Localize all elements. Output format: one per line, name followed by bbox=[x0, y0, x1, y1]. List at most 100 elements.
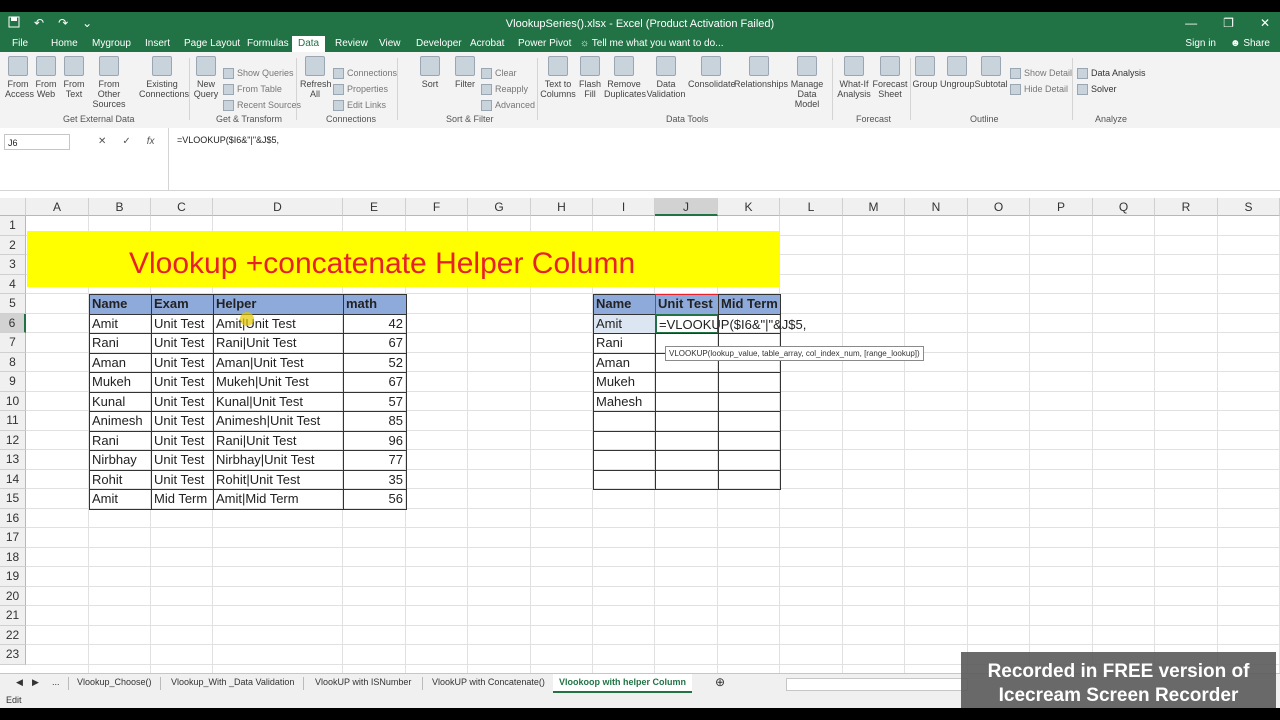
row-header[interactable]: 21 bbox=[0, 606, 26, 626]
column-header[interactable]: R bbox=[1155, 198, 1218, 216]
table1-cell[interactable]: Rani bbox=[89, 430, 152, 451]
row-header[interactable]: 1 bbox=[0, 216, 26, 236]
manage-data-model-button[interactable]: Manage Data Model bbox=[786, 56, 828, 109]
table1-cell[interactable]: Kunal bbox=[89, 391, 152, 412]
from-text-button[interactable]: From Text bbox=[61, 56, 87, 99]
table2-cell[interactable]: Aman bbox=[593, 352, 656, 373]
tab-page-layout[interactable]: Page Layout bbox=[184, 38, 240, 49]
column-header[interactable]: N bbox=[905, 198, 968, 216]
sheet-tab-active[interactable]: Vlookoop with helper Column bbox=[553, 674, 692, 693]
row-header[interactable]: 11 bbox=[0, 411, 26, 431]
table2-cell[interactable] bbox=[655, 391, 719, 412]
table1-cell[interactable]: Mukeh|Unit Test bbox=[213, 372, 344, 393]
enter-icon[interactable]: ✓ bbox=[122, 136, 130, 147]
sheet-tab[interactable]: Vlookup_Choose() bbox=[77, 677, 152, 687]
table2-cell[interactable] bbox=[718, 372, 781, 393]
table1-header[interactable]: Helper bbox=[213, 294, 344, 315]
clear-button[interactable]: Clear bbox=[481, 68, 517, 80]
table1-cell[interactable]: 56 bbox=[343, 489, 407, 510]
column-header[interactable]: K bbox=[718, 198, 780, 216]
minimize-button[interactable]: — bbox=[1185, 16, 1197, 30]
table1-cell[interactable]: Rani|Unit Test bbox=[213, 333, 344, 354]
tab-formulas[interactable]: Formulas bbox=[247, 38, 289, 49]
recent-sources-button[interactable]: Recent Sources bbox=[223, 100, 301, 112]
restore-button[interactable]: ❐ bbox=[1223, 16, 1234, 30]
column-header[interactable]: M bbox=[843, 198, 905, 216]
row-header[interactable]: 23 bbox=[0, 645, 26, 665]
share-button[interactable]: ☻ Share bbox=[1230, 38, 1270, 49]
table1-cell[interactable]: 77 bbox=[343, 450, 407, 471]
show-queries-button[interactable]: Show Queries bbox=[223, 68, 294, 80]
table2-cell[interactable]: Mahesh bbox=[593, 391, 656, 412]
table2-cell[interactable] bbox=[718, 411, 781, 432]
table1-cell[interactable]: Aman bbox=[89, 352, 152, 373]
close-button[interactable]: ✕ bbox=[1260, 16, 1270, 30]
ungroup-button[interactable]: Ungroup bbox=[940, 56, 975, 89]
table2-cell[interactable] bbox=[655, 372, 719, 393]
table1-cell[interactable]: Unit Test bbox=[151, 450, 214, 471]
sign-in-link[interactable]: Sign in bbox=[1185, 38, 1216, 49]
row-header[interactable]: 5 bbox=[0, 294, 26, 314]
table1-cell[interactable]: Rohit bbox=[89, 469, 152, 490]
tab-view[interactable]: View bbox=[379, 38, 401, 49]
column-header[interactable]: P bbox=[1030, 198, 1093, 216]
table1-cell[interactable]: Animesh bbox=[89, 411, 152, 432]
table1-cell[interactable]: Unit Test bbox=[151, 391, 214, 412]
row-header[interactable]: 6 bbox=[0, 313, 26, 333]
tab-developer[interactable]: Developer bbox=[416, 38, 462, 49]
show-detail-button[interactable]: Show Detail bbox=[1010, 68, 1072, 80]
table1-header[interactable]: Name bbox=[89, 294, 152, 315]
table2-cell[interactable] bbox=[593, 411, 656, 432]
row-header[interactable]: 4 bbox=[0, 274, 26, 294]
tell-me-search[interactable]: ☼ Tell me what you want to do... bbox=[580, 38, 724, 49]
table1-header[interactable]: Exam bbox=[151, 294, 214, 315]
new-query-button[interactable]: New Query bbox=[192, 56, 220, 99]
table2-cell[interactable] bbox=[593, 450, 656, 471]
table1-cell[interactable]: Mukeh bbox=[89, 372, 152, 393]
table1-cell[interactable]: Unit Test bbox=[151, 352, 214, 373]
table2-cell[interactable] bbox=[718, 469, 781, 490]
cancel-icon[interactable]: ✕ bbox=[98, 136, 106, 147]
table1-cell[interactable]: 85 bbox=[343, 411, 407, 432]
table2-cell[interactable] bbox=[718, 391, 781, 412]
tab-review[interactable]: Review bbox=[335, 38, 368, 49]
table1-header[interactable]: math bbox=[343, 294, 407, 315]
hide-detail-button[interactable]: Hide Detail bbox=[1010, 84, 1068, 96]
table2-cell[interactable] bbox=[718, 313, 781, 334]
row-header[interactable]: 8 bbox=[0, 352, 26, 372]
solver-button[interactable]: Solver bbox=[1077, 84, 1117, 96]
table1-cell[interactable]: 67 bbox=[343, 333, 407, 354]
table2-cell[interactable] bbox=[655, 450, 719, 471]
row-header[interactable]: 7 bbox=[0, 333, 26, 353]
table1-cell[interactable]: Unit Test bbox=[151, 430, 214, 451]
subtotal-button[interactable]: Subtotal bbox=[974, 56, 1008, 89]
tab-file[interactable]: File bbox=[12, 38, 28, 49]
table1-cell[interactable]: Nirbhay|Unit Test bbox=[213, 450, 344, 471]
from-table-button[interactable]: From Table bbox=[223, 84, 282, 96]
new-sheet-button[interactable]: ⊕ bbox=[715, 675, 725, 689]
insert-function-icon[interactable]: fx bbox=[147, 136, 155, 147]
row-header[interactable]: 3 bbox=[0, 255, 26, 275]
table2-cell[interactable] bbox=[718, 450, 781, 471]
tab-data[interactable]: Data bbox=[292, 36, 326, 52]
table1-cell[interactable]: 96 bbox=[343, 430, 407, 451]
sort-button[interactable]: Sort bbox=[418, 56, 442, 89]
table1-cell[interactable]: Unit Test bbox=[151, 411, 214, 432]
what-if-analysis-button[interactable]: What-If Analysis bbox=[836, 56, 872, 99]
table1-cell[interactable]: Kunal|Unit Test bbox=[213, 391, 344, 412]
table1-cell[interactable]: Nirbhay bbox=[89, 450, 152, 471]
table1-cell[interactable]: 42 bbox=[343, 313, 407, 334]
filter-button[interactable]: Filter bbox=[452, 56, 478, 89]
table1-cell[interactable]: Unit Test bbox=[151, 313, 214, 334]
column-header[interactable]: Q bbox=[1093, 198, 1155, 216]
tab-mygroup[interactable]: Mygroup bbox=[92, 38, 131, 49]
table1-cell[interactable]: 57 bbox=[343, 391, 407, 412]
table1-cell[interactable]: Rani bbox=[89, 333, 152, 354]
column-header[interactable]: F bbox=[406, 198, 468, 216]
column-header[interactable]: I bbox=[593, 198, 655, 216]
table2-header[interactable]: Mid Term bbox=[718, 294, 781, 315]
row-header[interactable]: 20 bbox=[0, 586, 26, 606]
table2-cell[interactable] bbox=[655, 469, 719, 490]
text-to-columns-button[interactable]: Text to Columns bbox=[540, 56, 576, 99]
table1-cell[interactable]: 67 bbox=[343, 372, 407, 393]
